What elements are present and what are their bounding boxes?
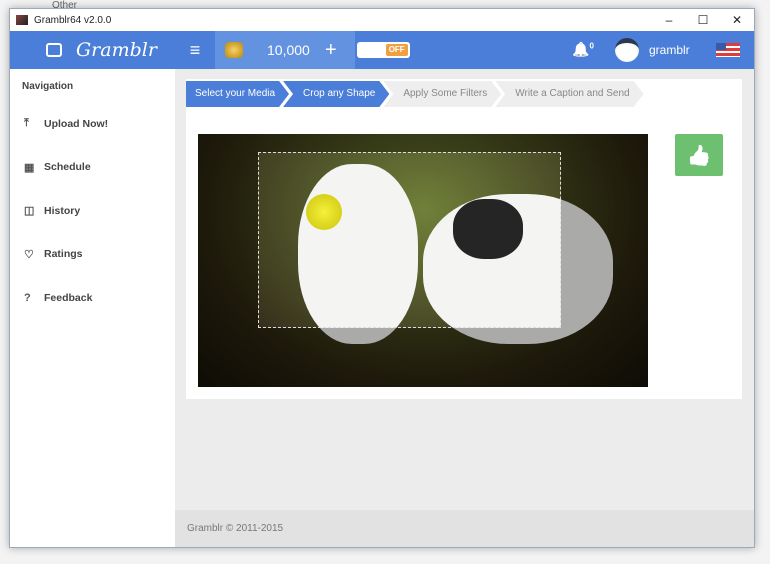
brand-name: Gramblr [76,39,157,61]
language-flag-icon[interactable] [716,43,740,57]
step-select-media[interactable]: Select your Media [186,81,289,107]
sidebar-item-ratings[interactable]: ♡Ratings [10,233,175,277]
sidebar-item-label: Ratings [44,248,83,260]
coin-balance: 10,000 [267,42,310,58]
main-content: Select your Media Crop any Shape Apply S… [175,69,754,547]
toggle-label: OFF [386,44,408,56]
app-icon [16,15,28,25]
sidebar-item-label: Upload Now! [44,118,108,130]
maximize-button[interactable]: ☐ [686,9,720,31]
heart-icon: ♡ [24,248,44,261]
coins-icon [225,42,243,58]
accept-crop-button[interactable]: 👍 [675,134,723,176]
sidebar-item-label: Schedule [44,161,91,173]
help-icon: ? [24,292,44,304]
sidebar-item-feedback[interactable]: ?Feedback [10,276,175,320]
calendar-icon: ▦ [24,161,44,174]
username[interactable]: gramblr [649,43,690,57]
wizard-steps: Select your Media Crop any Shape Apply S… [186,81,638,107]
minimize-button[interactable]: – [652,9,686,31]
app-window: Gramblr64 v2.0.0 – ☐ ✕ Gramblr ≡ 10,000 … [9,8,755,548]
sidebar: Navigation ⤒Upload Now! ▦Schedule ◫Histo… [10,69,175,547]
history-icon: ◫ [24,204,44,217]
bell-icon: 🔔 [572,41,589,57]
notification-count: 0 [589,41,593,50]
upload-icon: ⤒ [24,117,44,130]
sidebar-item-history[interactable]: ◫History [10,189,175,233]
avatar[interactable] [615,38,639,62]
sidebar-item-label: History [44,205,80,217]
notifications-button[interactable]: 🔔0 [572,41,594,58]
menu-button[interactable]: ≡ [175,40,215,61]
crop-selection[interactable] [258,152,561,328]
step-crop[interactable]: Crop any Shape [283,81,389,107]
title-bar: Gramblr64 v2.0.0 – ☐ ✕ [10,9,754,31]
sidebar-item-upload[interactable]: ⤒Upload Now! [10,102,175,146]
close-button[interactable]: ✕ [720,9,754,31]
thumbs-up-icon: 👍 [687,143,712,168]
step-filters[interactable]: Apply Some Filters [383,81,501,107]
app-header: Gramblr ≡ 10,000 + OFF 🔔0 gramblr [10,31,754,69]
logo[interactable]: Gramblr [10,39,175,61]
camera-upload-icon [46,43,62,57]
editor-card: Select your Media Crop any Shape Apply S… [186,79,742,399]
nav-heading: Navigation [10,69,175,92]
sidebar-item-label: Feedback [44,292,92,304]
add-coins-button[interactable]: + [325,39,337,62]
footer: Gramblr © 2011-2015 [175,510,754,547]
toggle-switch[interactable]: OFF [357,42,410,58]
sidebar-item-schedule[interactable]: ▦Schedule [10,146,175,190]
photo-preview[interactable] [198,134,648,387]
window-title: Gramblr64 v2.0.0 [34,15,111,26]
step-caption-send[interactable]: Write a Caption and Send [495,81,643,107]
